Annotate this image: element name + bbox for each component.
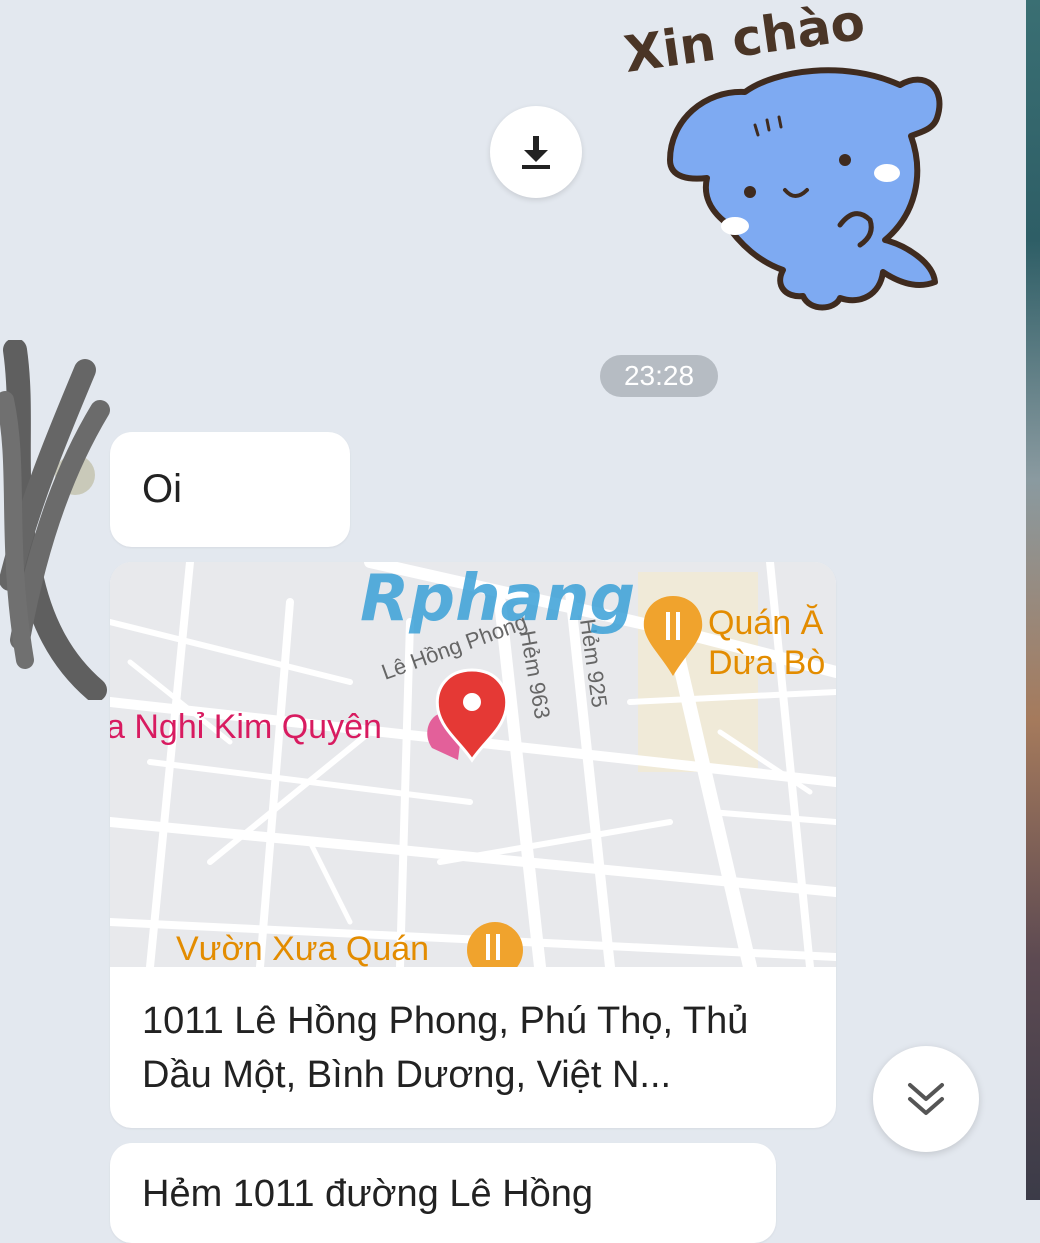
message-text-partial: Hẻm 1011 đường Lê Hồng: [142, 1173, 594, 1215]
watermark: Rphang: [360, 562, 635, 636]
map-poi-restaurant-bottom[interactable]: Vườn Xưa Quán: [176, 930, 429, 967]
message-text: Oi: [142, 467, 182, 511]
sticker-cat[interactable]: Xin chào: [615, 0, 960, 320]
timestamp-pill: 23:28: [600, 355, 718, 397]
map-streets: Lê Hồng Phong Hẻm 963 Hẻm 925 a Nghỉ Kim…: [110, 562, 836, 967]
map-poi-restaurant-top-2[interactable]: Dừa Bò: [708, 644, 825, 682]
double-chevron-down-icon: [908, 1083, 944, 1115]
download-button[interactable]: [490, 106, 582, 198]
avatar-redacted: [0, 340, 110, 700]
message-bubble-oi[interactable]: Oi: [110, 432, 350, 547]
location-address: 1011 Lê Hồng Phong, Phú Thọ, Thủ Dầu Một…: [142, 1000, 749, 1096]
right-edge-wallpaper: [1026, 0, 1040, 1200]
scroll-to-bottom-button[interactable]: [873, 1046, 979, 1152]
message-bubble-partial[interactable]: Hẻm 1011 đường Lê Hồng: [110, 1143, 776, 1243]
map-preview[interactable]: Lê Hồng Phong Hẻm 963 Hẻm 925 a Nghỉ Kim…: [110, 562, 836, 967]
map-poi-lodging[interactable]: a Nghỉ Kim Quyên: [110, 708, 382, 746]
map-poi-restaurant-top-1[interactable]: Quán Ă: [708, 604, 824, 642]
location-message-card[interactable]: Lê Hồng Phong Hẻm 963 Hẻm 925 a Nghỉ Kim…: [110, 562, 836, 1128]
download-icon: [522, 136, 550, 169]
